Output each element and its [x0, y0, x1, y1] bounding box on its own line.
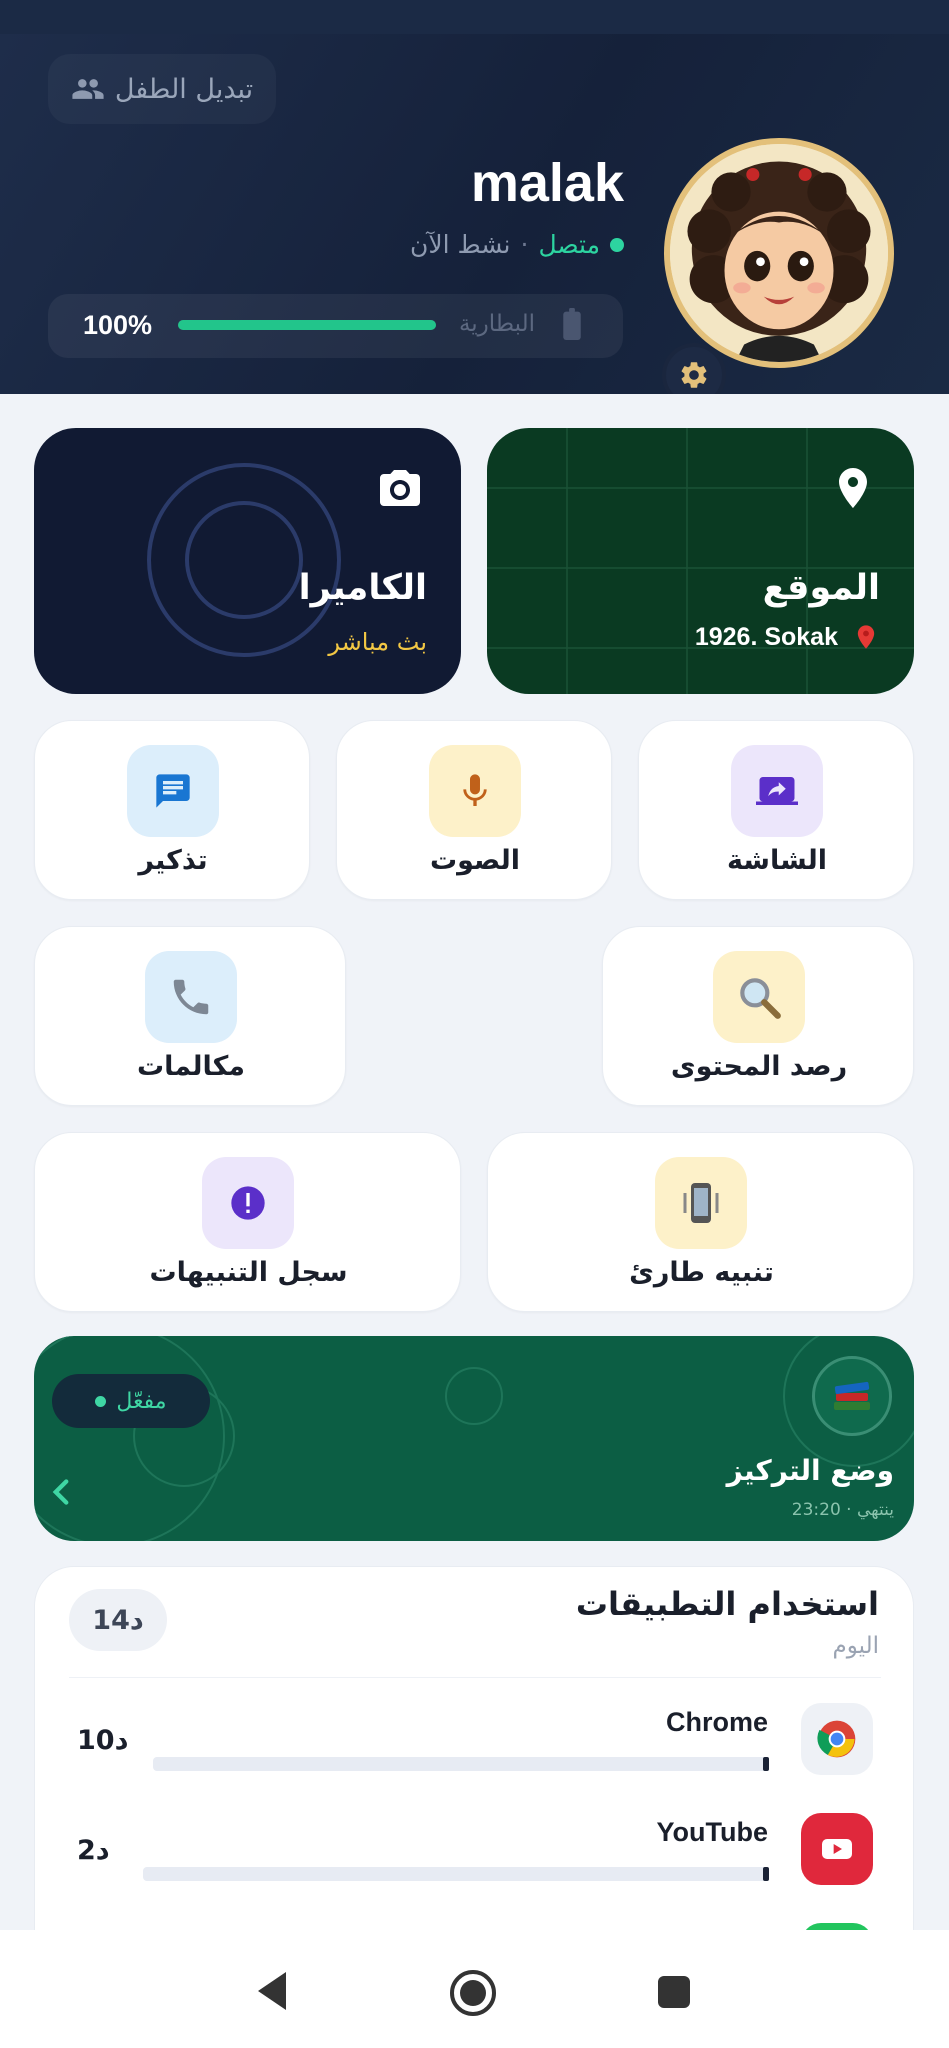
microphone-icon: [463, 774, 487, 806]
alert-circle-icon: [231, 1186, 265, 1220]
child-name: malak: [470, 153, 624, 213]
app-name: YouTube: [656, 1817, 768, 1847]
message-icon: [156, 774, 190, 808]
home-icon[interactable]: [448, 1968, 498, 2018]
tile-alerts-log-label: سجل التنبيهات: [149, 1257, 348, 1288]
tile-calls[interactable]: مكالمات: [34, 926, 346, 1106]
usage-total-badge: 14د: [69, 1589, 167, 1651]
app-time: 2د: [77, 1835, 110, 1866]
reminder-icon-box: [127, 745, 219, 837]
app-name: Chrome: [665, 1707, 768, 1737]
settings-button[interactable]: [662, 343, 726, 394]
location-address: 1926. Sokak: [694, 622, 838, 651]
usage-bar-fill: [763, 1867, 769, 1881]
switch-child-label: تبديل الطفل: [114, 73, 254, 105]
phone-icon: [173, 979, 209, 1015]
focus-status-dot: [95, 1395, 107, 1407]
location-title: الموقع: [762, 568, 880, 608]
battery-percent: 100%: [83, 310, 153, 340]
calls-icon-box: [145, 951, 237, 1043]
tile-reminder-label: تذكير: [138, 845, 208, 876]
emergency-icon-box: [655, 1157, 747, 1249]
tile-calls-label: مكالمات: [136, 1051, 246, 1082]
battery-bar-fill: [178, 320, 436, 330]
usage-bar-fill: [763, 1757, 769, 1771]
chevron-left-icon[interactable]: [50, 1478, 72, 1506]
camera-icon: [380, 470, 420, 506]
youtube-icon: [822, 1839, 852, 1859]
usage-bar: [143, 1867, 769, 1881]
usage-divider: [69, 1677, 881, 1678]
gear-icon: [681, 362, 707, 388]
chrome-app-icon: [801, 1703, 873, 1775]
app-usage-title: استخدام التطبيقات: [575, 1585, 879, 1623]
tile-audio[interactable]: الصوت: [336, 720, 612, 900]
tile-screen-label: الشاشة: [727, 845, 827, 876]
tile-reminder[interactable]: تذكير: [34, 720, 310, 900]
switch-child-button[interactable]: تبديل الطفل: [48, 54, 276, 124]
battery-bar: [178, 320, 436, 330]
battery-panel: 100% البطارية: [48, 294, 623, 358]
focus-mode-subtitle: ينتهي · 23:20: [791, 1500, 894, 1520]
usage-bar: [153, 1757, 769, 1771]
online-status: متصل · نشط الآن: [410, 230, 624, 259]
focus-circles-decoration: [34, 1336, 914, 1541]
camera-title: الكاميرا: [298, 568, 427, 608]
child-header: تبديل الطفل malak متصل · نشط الآن 100% ا…: [0, 34, 949, 394]
location-address-row: 1926. Sokak: [695, 622, 880, 652]
books-icon-circle: [812, 1356, 892, 1436]
camera-card[interactable]: الكاميرا بث مباشر: [34, 428, 461, 694]
camera-subtitle: بث مباشر: [328, 628, 427, 656]
app-time: 10د: [77, 1725, 129, 1756]
status-separator: ·: [520, 230, 529, 259]
tile-content-monitor-label: رصد المحتوى: [670, 1051, 848, 1082]
location-pin-icon: [839, 468, 867, 508]
status-active-text: نشط الآن: [409, 230, 511, 259]
content-monitor-icon-box: [713, 951, 805, 1043]
red-pin-icon: [857, 625, 875, 649]
recents-icon[interactable]: [656, 1974, 692, 2010]
books-icon: [834, 1381, 870, 1410]
youtube-app-icon: [801, 1813, 873, 1885]
chrome-icon: [817, 1720, 856, 1758]
focus-mode-title: وضع التركيز: [726, 1454, 894, 1487]
location-card[interactable]: الموقع 1926. Sokak: [487, 428, 914, 694]
tile-content-monitor[interactable]: رصد المحتوى: [602, 926, 914, 1106]
app-usage-subtitle: اليوم: [832, 1633, 879, 1659]
people-icon: [72, 79, 104, 99]
screen-icon-box: [731, 745, 823, 837]
status-bar: [0, 0, 949, 34]
tile-audio-label: الصوت: [429, 845, 521, 876]
status-online-text: متصل: [538, 230, 600, 259]
system-nav-bar: [0, 1930, 949, 2048]
battery-label: البطارية: [458, 311, 535, 337]
vibrating-phone-icon: [683, 1183, 719, 1223]
magnifier-icon: [740, 978, 781, 1019]
focus-status-badge: مفعّل: [52, 1374, 210, 1428]
tile-alerts-log[interactable]: سجل التنبيهات: [34, 1132, 461, 1312]
online-dot: [610, 237, 624, 252]
avatar-illustration: [670, 144, 888, 362]
back-icon[interactable]: [254, 1970, 290, 2012]
tile-emergency-alert-label: تنبيه طارئ: [629, 1257, 774, 1288]
focus-status-text: مفعّل: [116, 1388, 167, 1414]
screen-share-icon: [756, 777, 798, 805]
audio-icon-box: [429, 745, 521, 837]
alerts-log-icon-box: [202, 1157, 294, 1249]
battery-icon: [563, 308, 581, 340]
camera-rings-decoration: [147, 463, 341, 657]
tile-screen[interactable]: الشاشة: [638, 720, 914, 900]
focus-mode-card[interactable]: مفعّل وضع التركيز ينتهي · 23:20: [34, 1336, 914, 1541]
child-avatar[interactable]: [664, 138, 894, 368]
tile-emergency-alert[interactable]: تنبيه طارئ: [487, 1132, 914, 1312]
